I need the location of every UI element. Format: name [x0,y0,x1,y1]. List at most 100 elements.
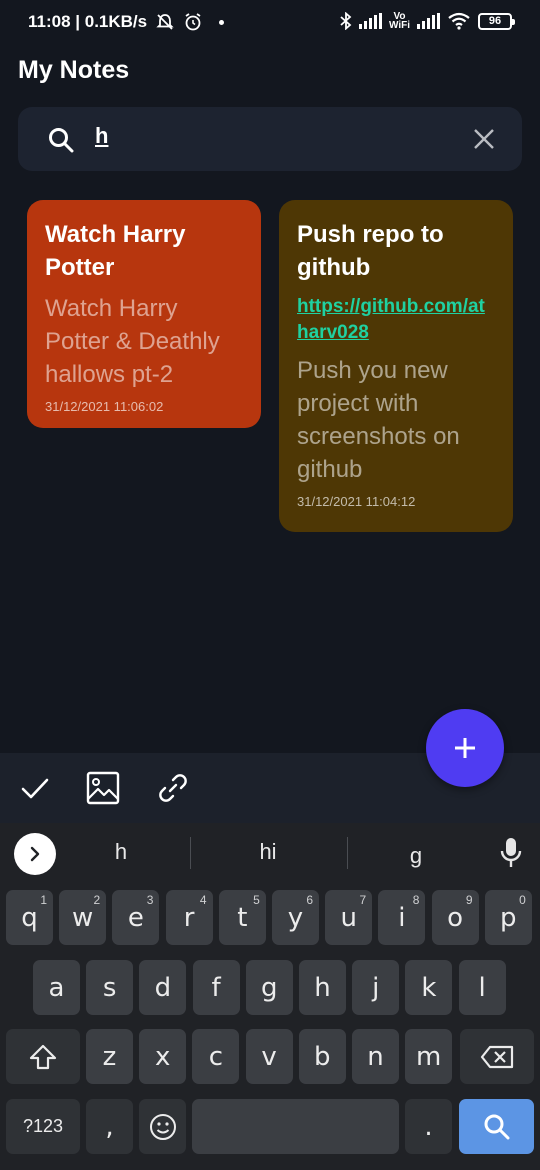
link-icon[interactable] [156,771,190,805]
bluetooth-icon [340,12,352,30]
period-key-label: . [424,1111,433,1142]
key-e-label: e [127,902,144,933]
key-hint: 7 [359,893,367,907]
key-p[interactable]: p0 [484,890,532,945]
note-body: Push you new project with screenshots on… [297,357,460,483]
key-d-label: d [154,972,172,1003]
search-icon [49,128,74,153]
signal-icon [358,13,382,29]
key-e[interactable]: e3 [112,890,160,945]
key-o-label: o [447,902,464,933]
add-note-button[interactable] [426,709,504,787]
keyboard: h hi g q1w2e3r4t5y6u7i8o9p0asdfghjklzxcv… [0,823,540,1170]
key-hint: 6 [306,893,313,907]
suggestion[interactable]: hi [218,839,318,865]
key-x-label: x [154,1041,171,1072]
suggestion[interactable]: h [71,839,171,865]
note-title: Push repo to github [297,221,444,281]
key-j[interactable]: j [352,960,400,1015]
search-icon [484,1114,509,1139]
search-key[interactable] [459,1099,534,1154]
key-g[interactable]: g [245,960,293,1015]
key-k[interactable]: k [405,960,453,1015]
key-c-label: c [208,1041,224,1072]
key-d[interactable]: d [139,960,187,1015]
shift-key[interactable] [6,1029,80,1084]
key-y-label: y [287,902,304,933]
note-title: Watch Harry Potter [45,221,186,281]
backspace-key[interactable] [460,1029,534,1084]
key-c[interactable]: c [192,1029,240,1084]
note-link[interactable]: https://github.com/atharv028 [297,294,495,346]
emoji-key[interactable] [139,1099,186,1154]
key-a[interactable]: a [33,960,80,1015]
battery-level: 96 [488,15,502,27]
image-icon[interactable] [86,771,120,805]
suggestion[interactable]: g [366,843,466,869]
mic-icon[interactable] [500,837,522,869]
note-date: 31/12/2021 11:04:12 [297,494,416,509]
key-i-label: i [398,902,406,933]
period-key[interactable]: . [405,1099,452,1154]
key-m[interactable]: m [405,1029,453,1084]
key-i[interactable]: i8 [378,890,426,945]
space-key[interactable] [192,1099,399,1154]
key-u[interactable]: u7 [325,890,373,945]
search-bar[interactable]: h [18,107,522,171]
key-h[interactable]: h [299,960,346,1015]
key-u-label: u [340,902,357,933]
key-hint: 3 [146,893,154,907]
key-o[interactable]: o9 [431,890,479,945]
status-right: Vo WiFi 96 [340,12,515,31]
backspace-icon [480,1045,514,1068]
key-p-label: p [500,902,517,933]
status-bar: 11:08 | 0.1KB/s Vo WiFi 96 [0,0,540,46]
key-r[interactable]: r4 [165,890,213,945]
key-n-label: n [367,1041,384,1072]
note-body: Watch Harry Potter & Deathly hallows pt-… [45,295,220,388]
search-input[interactable]: h [95,123,108,149]
key-hint: 1 [40,893,47,907]
suggestion-divider [190,837,191,869]
key-b[interactable]: b [298,1029,346,1084]
key-y[interactable]: y6 [272,890,319,945]
plus-icon [455,738,475,758]
key-t-label: t [237,902,248,933]
key-m-label: m [416,1041,442,1072]
key-l-label: l [478,972,486,1003]
notifications-off-icon [156,14,174,30]
comma-key[interactable]: , [86,1099,133,1154]
key-j-label: j [372,972,380,1003]
note-card[interactable]: Push repo to github https://github.com/a… [279,200,513,532]
key-w[interactable]: w2 [59,890,107,945]
key-hint: 5 [253,893,260,907]
key-t[interactable]: t5 [218,890,266,945]
key-r-label: r [183,902,195,933]
comma-key-label: , [105,1111,114,1142]
key-s[interactable]: s [86,960,134,1015]
key-l[interactable]: l [458,960,506,1015]
vowifi-label: Vo WiFi [389,12,410,31]
key-q-label: q [21,902,38,933]
signal-icon-2 [417,13,440,29]
key-q[interactable]: q1 [6,890,53,945]
alarm-icon [185,13,201,31]
note-card[interactable]: Watch Harry Potter Watch Harry Potter & … [27,200,261,428]
key-f-label: f [211,972,221,1003]
key-hint: 2 [93,893,101,907]
key-x[interactable]: x [139,1029,187,1084]
status-time: 11:08 | 0.1KB/s [28,12,148,31]
close-icon[interactable] [472,127,496,151]
notification-dot [219,19,225,25]
shift-icon [29,1044,57,1069]
key-z[interactable]: z [86,1029,133,1084]
check-icon[interactable] [18,771,52,805]
key-v[interactable]: v [245,1029,293,1084]
note-date: 31/12/2021 11:06:02 [45,399,164,414]
key-v-label: v [261,1041,277,1072]
symbols-key[interactable]: ?123 [6,1099,80,1154]
expand-toolbar-button[interactable] [14,833,56,875]
key-f[interactable]: f [192,960,240,1015]
key-n[interactable]: n [352,1029,399,1084]
key-h-label: h [314,972,331,1003]
